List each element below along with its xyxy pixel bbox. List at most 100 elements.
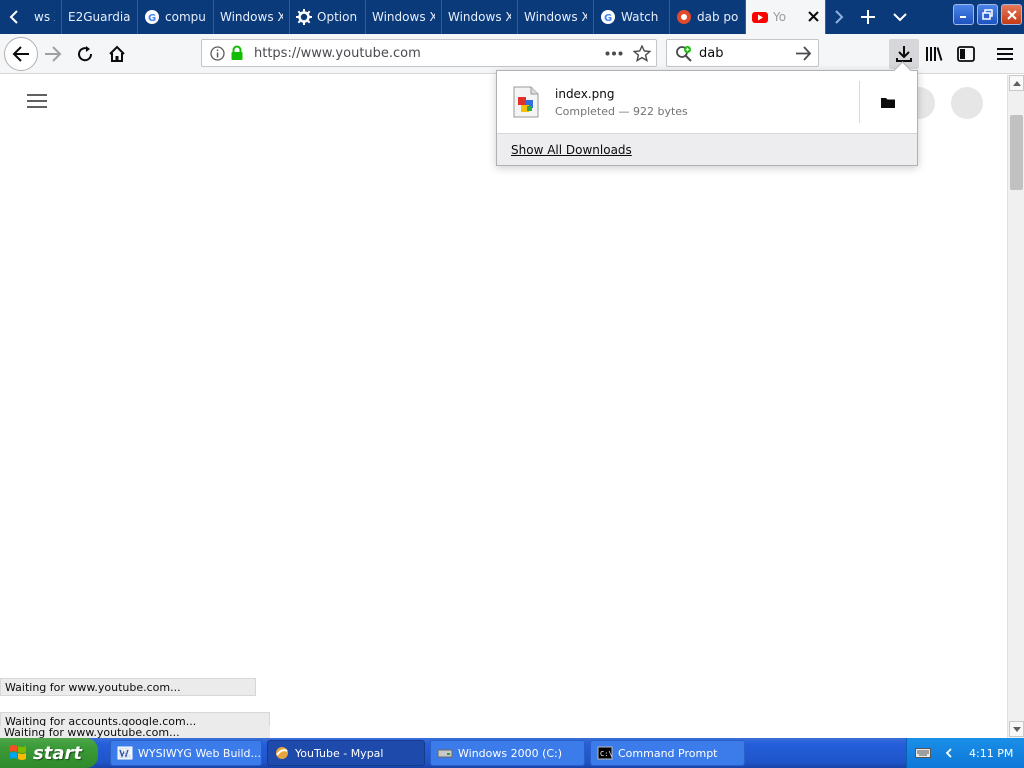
library-icon [926,47,943,61]
show-all-downloads-button[interactable]: Show All Downloads [497,133,917,165]
taskbar: start 14 WYSIWYG Web Build... YouTube - … [0,738,1024,768]
svg-text:C:\: C:\ [600,750,613,758]
all-tabs-button[interactable] [884,0,916,34]
taskbar-item-label: YouTube - Mypal [295,746,384,760]
keyboard-icon[interactable] [915,748,931,758]
close-tab-icon[interactable] [800,8,819,26]
restore-button[interactable] [977,4,998,25]
taskbar-item-label: Windows 2000 (C:) [458,746,563,760]
divider [859,81,860,123]
triangle-down-icon [1012,726,1021,732]
taskbar-item[interactable]: C:\ Command Prompt [590,740,745,766]
taskbar-item[interactable]: Windows 2000 (C:) [430,740,585,766]
tab-title: dab po [697,10,739,24]
lock-icon[interactable] [230,45,244,61]
tab[interactable]: dab po [670,0,746,34]
sidebar-icon [957,46,975,62]
close-window-button[interactable] [1001,4,1022,25]
taskbar-item[interactable]: 14 WYSIWYG Web Build... [110,740,262,766]
google-icon: G [600,9,616,25]
image-file-icon [513,86,539,118]
start-button[interactable]: start [0,738,98,768]
tab[interactable]: Windows X [518,0,594,34]
page-content [0,75,1007,738]
guide-menu-icon[interactable] [27,94,47,110]
info-icon[interactable] [210,46,225,61]
tab[interactable]: Yo [746,0,826,34]
svg-text:G: G [604,13,612,24]
search-go-icon[interactable] [795,46,812,61]
search-bar[interactable]: dab [666,39,819,67]
home-button[interactable] [102,39,132,69]
tab[interactable]: Windows X [214,0,290,34]
command-prompt-icon: C:\ [597,746,613,760]
scroll-up-button[interactable] [1009,75,1024,91]
scroll-thumb[interactable] [1010,115,1023,190]
download-icon [896,46,912,62]
scroll-down-button[interactable] [1009,721,1024,737]
tray-expand-icon[interactable] [945,748,953,758]
mypal-icon [276,747,288,759]
open-containing-folder-button[interactable] [873,87,903,117]
dab-icon [676,9,692,25]
search-input[interactable]: dab [699,46,723,61]
new-tab-button[interactable] [852,0,884,34]
start-label: start [33,742,82,764]
downloads-panel: index.png Completed — 922 bytes Show All… [496,70,918,166]
scroll-tabs-left-button[interactable] [0,0,28,34]
menu-icon [997,48,1013,60]
tab-title: ws X [34,10,55,24]
arrow-right-icon [45,46,62,62]
chevron-right-icon [835,10,844,24]
reload-button[interactable] [70,39,100,69]
back-button[interactable] [4,37,38,71]
tab[interactable]: E2Guardian [62,0,138,34]
tab-title: Windows X [220,10,283,24]
plus-icon [861,10,875,24]
chevron-down-icon [893,13,907,22]
tab-title: Windows X [448,10,511,24]
bookmark-star-icon[interactable] [633,45,651,62]
taskbar-item-label: WYSIWYG Web Build... [138,746,262,760]
drive-icon [437,749,453,758]
home-icon [109,45,125,62]
status-message: Waiting for www.youtube.com... [0,726,270,738]
url-bar[interactable]: https://www.youtube.com [201,39,657,67]
web-builder-icon: 14 [117,745,133,761]
forward-button[interactable] [38,39,68,69]
tab[interactable]: Option [290,0,366,34]
system-tray: 4:11 PM [906,738,1024,768]
svg-text:G: G [148,13,156,24]
taskbar-item[interactable]: YouTube - Mypal [267,740,425,766]
tab-strip: ws X E2Guardian Gcompu Windows X Option Windo… [0,0,1024,34]
tab[interactable]: Windows X [442,0,518,34]
scroll-tabs-right-button[interactable] [826,0,852,34]
tab[interactable]: ws X [28,0,62,34]
reload-icon [78,46,93,62]
navigation-toolbar: https://www.youtube.com dab [0,34,1024,74]
sidebar-button[interactable] [951,39,981,69]
tab[interactable]: Gcompu [138,0,214,34]
taskbar-item-label: Command Prompt [618,746,718,760]
library-button[interactable] [919,39,949,69]
app-menu-button[interactable] [990,39,1020,69]
google-icon: G [144,9,160,25]
chevron-left-icon [9,10,18,24]
tab-title: Option [317,10,358,24]
url-text: https://www.youtube.com [254,46,421,61]
tab-title: Windows X [372,10,435,24]
download-filename: index.png [555,87,615,101]
vertical-scrollbar[interactable] [1007,75,1024,738]
page-actions-icon[interactable] [605,51,623,56]
tab[interactable]: Windows X [366,0,442,34]
tab-title: E2Guardian [68,10,131,24]
windows-logo-icon [10,745,26,760]
triangle-up-icon [1012,80,1021,86]
avatar-placeholder[interactable] [951,87,983,119]
app-badge: 14 [122,748,133,757]
tab[interactable]: G Watch [594,0,670,34]
arrow-left-icon [12,46,29,62]
minimize-button[interactable] [953,4,974,25]
tab-title: Watch [621,10,659,24]
download-item[interactable]: index.png Completed — 922 bytes [497,71,917,133]
